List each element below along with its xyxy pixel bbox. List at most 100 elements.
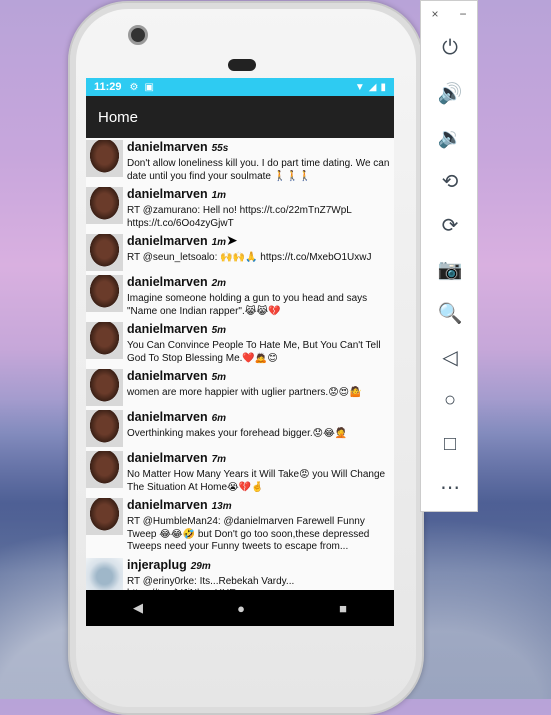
tweet-item[interactable]: danielmarven 5m You Can Convince People To… <box>86 320 394 367</box>
tweet-username[interactable]: danielmarven <box>127 410 208 424</box>
front-camera <box>128 25 148 45</box>
tweet-body: danielmarven 1m RT @zamurano: Hell no! htt… <box>127 187 394 230</box>
close-icon[interactable]: × <box>431 7 438 21</box>
wifi-icon: ▼ <box>354 81 365 93</box>
tweet-time: 6m <box>211 413 227 424</box>
tweet-body: injeraplug 29m RT @eriny0rke: Its...Rebeka… <box>127 558 394 592</box>
avatar[interactable] <box>86 498 123 535</box>
device-screen: 11:29 ⚙ ▣ ▼ ◢ ▮ Home danielmarven 55s Don'… <box>86 78 394 626</box>
avatar[interactable] <box>86 557 123 591</box>
tweet-text: RT @zamurano: Hell no! https://t.co/22mT… <box>127 205 355 229</box>
more-icon[interactable]: ⋯ <box>421 475 479 500</box>
tweet-item[interactable]: danielmarven 1m RT @seun_letsoalo: 🙌🙌🙏 htt… <box>86 232 394 273</box>
tweet-item[interactable]: danielmarven 5m women are more happier wit… <box>86 367 394 408</box>
volume-down-icon[interactable]: 🔉 <box>421 125 479 150</box>
emulator-toolbar: × − ⏻ 🔊 🔉 ⟲ ⟳ 📷 🔍 ◁ ○ □ ⋯ <box>420 0 478 512</box>
tweet-header: danielmarven 5m <box>127 369 390 383</box>
tweet-item[interactable]: danielmarven 13m RT @HumbleMan24: @danielm… <box>86 496 394 556</box>
tweet-text: Overthinking makes your forehead bigger.… <box>127 428 348 439</box>
tweet-username[interactable]: danielmarven <box>127 234 208 248</box>
volume-up-icon[interactable]: 🔊 <box>421 81 479 106</box>
recents-button[interactable]: ■ <box>339 601 347 616</box>
tweet-header: injeraplug 29m <box>127 558 390 572</box>
tweet-header: danielmarven 13m <box>127 498 390 512</box>
battery-icon: ▮ <box>380 81 386 93</box>
tweet-body: danielmarven 7m No Matter How Many Years i… <box>127 451 394 494</box>
tweet-text: You Can Convince People To Hate Me, But … <box>127 340 384 364</box>
tweet-body: danielmarven 1m RT @seun_letsoalo: 🙌🙌🙏 htt… <box>127 234 394 271</box>
tweet-item[interactable]: danielmarven 2m Imagine someone holding a … <box>86 273 394 320</box>
tweet-username[interactable]: danielmarven <box>127 451 208 465</box>
minimize-icon[interactable]: − <box>459 7 466 21</box>
gear-icon: ⚙ <box>129 81 139 93</box>
tweet-time: 29m <box>190 560 211 572</box>
avatar[interactable] <box>86 140 123 177</box>
avatar[interactable] <box>86 275 123 312</box>
tweet-item[interactable]: danielmarven 55s Don't allow loneliness ki… <box>86 138 394 185</box>
back-button[interactable]: ◀ <box>133 600 143 616</box>
tweet-item[interactable]: danielmarven 1m RT @zamurano: Hell no! htt… <box>86 185 394 232</box>
tweet-time: 5m <box>211 325 227 336</box>
home-button[interactable]: ● <box>237 601 245 616</box>
tweet-header: danielmarven 1m <box>127 187 390 201</box>
tweet-item[interactable]: injeraplug 29m RT @eriny0rke: Its...Rebeka… <box>86 556 394 592</box>
tweet-header: danielmarven 5m <box>127 322 390 336</box>
tweet-header: danielmarven 55s <box>127 140 390 154</box>
tweet-body: danielmarven 6m Overthinking makes your fo… <box>127 410 394 447</box>
tweet-time: 1m <box>211 237 227 248</box>
tweet-text: Imagine someone holding a gun to you hea… <box>127 293 370 317</box>
tweet-body: danielmarven 13m RT @HumbleMan24: @danielm… <box>127 498 394 554</box>
tweet-time: 5m <box>211 372 227 383</box>
tweet-item[interactable]: danielmarven 7m No Matter How Many Years i… <box>86 449 394 496</box>
tweet-text: women are more happier with uglier partn… <box>127 387 362 398</box>
avatar[interactable] <box>86 322 123 359</box>
tweet-username[interactable]: danielmarven <box>127 140 208 154</box>
tweet-username[interactable]: injeraplug <box>127 558 187 572</box>
rotate-right-icon[interactable]: ⟳ <box>421 213 479 238</box>
earpiece-speaker <box>228 59 256 71</box>
tweet-body: danielmarven 5m women are more happier wit… <box>127 369 394 406</box>
notification-icon: ▣ <box>144 81 154 93</box>
tweet-username[interactable]: danielmarven <box>127 498 208 512</box>
mouse-cursor-icon: ➤ <box>226 232 238 248</box>
tweet-time: 7m <box>211 454 227 465</box>
rotate-left-icon[interactable]: ⟲ <box>421 169 479 194</box>
tweet-time: 55s <box>211 143 229 154</box>
status-bar: 11:29 ⚙ ▣ ▼ ◢ ▮ <box>86 78 394 96</box>
avatar[interactable] <box>86 187 123 224</box>
tweet-body: danielmarven 2m Imagine someone holding a … <box>127 275 394 318</box>
signal-icon: ◢ <box>368 81 377 93</box>
tweet-body: danielmarven 55s Don't allow loneliness ki… <box>127 140 394 183</box>
tweet-username[interactable]: danielmarven <box>127 322 208 336</box>
tweet-username[interactable]: danielmarven <box>127 369 208 383</box>
tweet-username[interactable]: danielmarven <box>127 275 208 289</box>
avatar[interactable] <box>86 369 123 406</box>
power-icon[interactable]: ⏻ <box>421 37 479 60</box>
tweet-body: danielmarven 5m You Can Convince People To… <box>127 322 394 365</box>
home-icon[interactable]: ○ <box>421 389 479 412</box>
tweet-header: danielmarven 1m <box>127 234 390 248</box>
overview-icon[interactable]: □ <box>421 433 479 456</box>
tweet-text: No Matter How Many Years it Will Take😡 y… <box>127 469 388 493</box>
camera-icon[interactable]: 📷 <box>421 257 479 282</box>
page-title: Home <box>98 108 139 126</box>
tweet-username[interactable]: danielmarven <box>127 187 208 201</box>
avatar[interactable] <box>86 410 123 447</box>
tweet-time: 13m <box>211 501 232 512</box>
tweet-text: RT @HumbleMan24: @danielmarven Farewell … <box>127 516 372 552</box>
avatar[interactable] <box>86 451 123 488</box>
tweet-header: danielmarven 7m <box>127 451 390 465</box>
back-icon[interactable]: ◁ <box>421 345 479 370</box>
tweet-time: 2m <box>211 278 227 289</box>
app-bar: Home <box>86 96 394 138</box>
tweet-header: danielmarven 6m <box>127 410 390 424</box>
tweet-text: Don't allow loneliness kill you. I do pa… <box>127 158 393 182</box>
tweet-text: RT @eriny0rke: Its...Rebekah Vardy... ht… <box>127 575 295 592</box>
avatar[interactable] <box>86 234 123 271</box>
tweet-time: 1m <box>211 190 227 201</box>
zoom-icon[interactable]: 🔍 <box>421 301 479 326</box>
tweet-item[interactable]: danielmarven 6m Overthinking makes your fo… <box>86 408 394 449</box>
status-time: 11:29 <box>94 81 122 93</box>
tweet-text: RT @seun_letsoalo: 🙌🙌🙏 https://t.co/Mxeb… <box>127 252 372 263</box>
tweet-feed[interactable]: danielmarven 55s Don't allow loneliness ki… <box>86 138 394 591</box>
